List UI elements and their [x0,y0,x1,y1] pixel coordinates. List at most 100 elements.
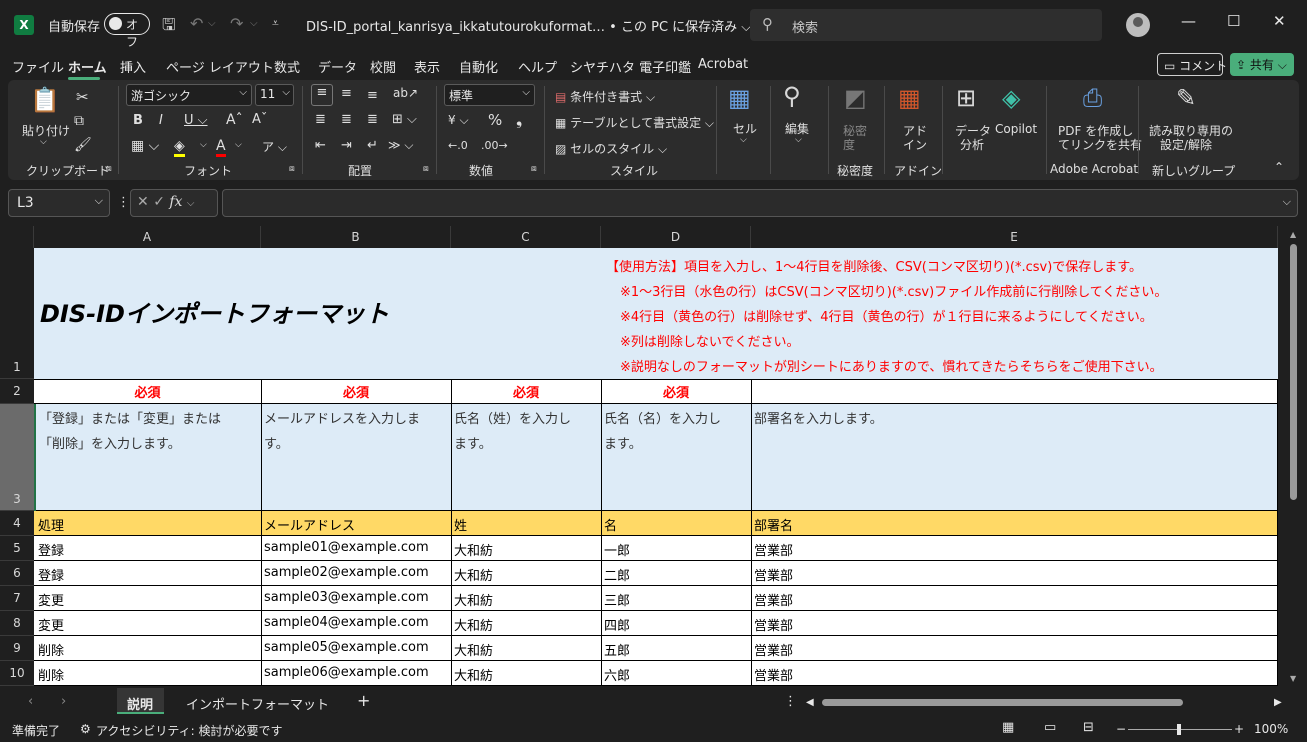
column-header-a[interactable]: A [34,226,261,248]
select-all-corner[interactable] [0,226,34,248]
formula-input[interactable]: ⌵ [222,189,1298,217]
pdf-label-2[interactable]: てリンクを共有 [1058,136,1142,153]
accounting-icon[interactable]: ¥ ⌵ [448,113,469,128]
underline-icon[interactable]: U ⌵ [184,113,208,128]
normal-view-icon[interactable]: ▦ [1002,720,1014,735]
search-box[interactable]: ⚲ 検索 [750,9,1102,41]
cells-dropdown-icon[interactable]: ⌵ [740,135,747,145]
column-header-c[interactable]: C [451,226,601,248]
cell-last-name[interactable]: 大和紡 [454,540,493,559]
user-avatar[interactable] [1126,13,1150,37]
comment-button[interactable]: ▭ コメント [1157,53,1227,76]
save-icon[interactable]: 🖫 [162,14,176,41]
zoom-slider-thumb[interactable] [1177,724,1181,735]
cell-first-name[interactable]: 一郎 [604,540,630,559]
cell-email[interactable]: sample01@example.com [264,540,429,555]
tab-view[interactable]: 表示 [414,57,440,76]
cell-process[interactable]: 登録 [38,540,64,559]
cell-last-name[interactable]: 大和紡 [454,640,493,659]
undo-dropdown-icon[interactable]: ⌵ [208,18,216,29]
increase-indent-icon[interactable]: ⇥ [341,138,352,153]
cells-icon[interactable]: ▦ [728,84,751,112]
orientation-more-icon[interactable]: ≫ ⌵ [388,138,413,153]
cell-first-name[interactable]: 二郎 [604,565,630,584]
align-right-icon[interactable]: ≣ [367,112,378,127]
scroll-right-icon[interactable]: ▶ [1274,697,1282,708]
cell-email[interactable]: sample04@example.com [264,615,429,630]
redo-icon[interactable]: ↷ [230,14,243,33]
copy-icon[interactable]: ⧉ [74,113,84,129]
cell-department[interactable]: 営業部 [754,590,793,609]
cell-process[interactable]: 削除 [38,665,64,684]
format-painter-icon[interactable]: 🖌 [74,137,92,153]
cell-department[interactable]: 営業部 [754,640,793,659]
cell-styles-button[interactable]: ▨ セルのスタイル ⌵ [555,140,667,157]
row-header-9[interactable]: 9 [0,636,34,661]
tab-home[interactable]: ホーム [68,57,107,76]
row-header-10[interactable]: 10 [0,661,34,686]
cut-icon[interactable]: ✂ [76,88,89,106]
font-launcher-icon[interactable]: ⧈ [289,164,295,174]
share-button[interactable]: ⇪ 共有 ⌵ [1230,53,1294,76]
customize-toolbar-icon[interactable]: ⩡ [272,16,279,31]
collapse-ribbon-icon[interactable]: ⌃ [1274,160,1284,174]
cell-first-name[interactable]: 六郎 [604,665,630,684]
minimize-icon[interactable]: — [1181,12,1196,30]
row-header-5[interactable]: 5 [0,536,34,561]
bold-icon[interactable]: B [133,113,143,128]
column-header-b[interactable]: B [261,226,451,248]
cell-first-name[interactable]: 四郎 [604,615,630,634]
sheet-tab-import-format[interactable]: インポートフォーマット [186,694,329,713]
fill-color-icon[interactable]: ◈ [174,138,185,157]
tab-insert[interactable]: 挿入 [120,57,146,76]
font-size-select[interactable]: 11 ⌵ [255,84,294,106]
enter-icon[interactable]: ✓ [153,194,165,210]
row-header-7[interactable]: 7 [0,586,34,611]
accessibility-status[interactable]: アクセシビリティ: 検討が必要です [96,722,283,739]
cell-first-name[interactable]: 三郎 [604,590,630,609]
cell-last-name[interactable]: 大和紡 [454,565,493,584]
undo-icon[interactable]: ↶ [190,14,203,33]
cell-process[interactable]: 削除 [38,640,64,659]
cell-email[interactable]: sample06@example.com [264,665,429,680]
chevron-down-icon[interactable]: ⌵ [187,198,195,209]
fill-dropdown-icon[interactable]: ⌵ [200,140,207,150]
zoom-in-icon[interactable]: + [1234,722,1244,736]
cell-department[interactable]: 営業部 [754,665,793,684]
scroll-down-icon[interactable]: ▼ [1290,674,1296,683]
maximize-icon[interactable]: ☐ [1227,12,1240,30]
phonetic-icon[interactable]: ア ⌵ [262,138,287,155]
autosave-toggle[interactable]: オフ [104,13,150,49]
readonly-icon[interactable]: ✎ [1176,84,1196,112]
alignment-launcher-icon[interactable]: ⧈ [423,164,429,174]
redo-dropdown-icon[interactable]: ⌵ [250,18,258,29]
conditional-format-button[interactable]: ▤ 条件付き書式 ⌵ [555,88,655,105]
italic-icon[interactable]: I [159,113,163,128]
comma-icon[interactable]: ❟ [516,110,522,130]
cancel-icon[interactable]: ✕ [137,194,149,210]
zoom-out-icon[interactable]: − [1116,722,1126,736]
align-left-icon[interactable]: ≣ [315,112,326,127]
scroll-up-icon[interactable]: ▲ [1290,230,1296,239]
name-box[interactable]: L3 ⌵ [8,189,110,217]
decrease-indent-icon[interactable]: ⇤ [315,138,326,153]
tab-automate[interactable]: 自動化 [459,57,498,76]
font-color-icon[interactable]: A [216,138,226,157]
format-as-table-button[interactable]: ▦ テーブルとして書式設定 ⌵ [555,114,714,131]
align-middle-icon[interactable]: ≡ [341,86,352,101]
tab-data[interactable]: データ [318,57,357,76]
more-options-icon[interactable]: ⋮ [117,195,130,210]
document-title[interactable]: DIS-ID_portal_kanrisya_ikkatutourokuform… [306,16,751,35]
cell-last-name[interactable]: 大和紡 [454,590,493,609]
cell-first-name[interactable]: 五郎 [604,640,630,659]
font-name-select[interactable]: 游ゴシック ⌵ [126,84,252,106]
cell-last-name[interactable]: 大和紡 [454,665,493,684]
orientation-icon[interactable]: ab↗ [393,86,418,100]
number-launcher-icon[interactable]: ⧈ [531,164,537,174]
paste-icon[interactable]: 📋 [30,86,60,114]
tab-help[interactable]: ヘルプ [518,57,557,76]
pdf-share-icon[interactable]: ⎙ [1083,84,1102,112]
column-header-e[interactable]: E [751,226,1278,248]
increase-font-icon[interactable]: Aˆ [226,112,243,128]
data-analysis-label-2[interactable]: 分析 [960,136,984,153]
